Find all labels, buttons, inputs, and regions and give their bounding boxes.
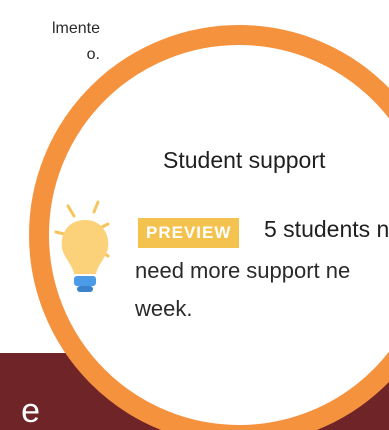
background-text-line-1: lmente [51, 20, 100, 37]
support-message-line-2: need more support ne [135, 258, 351, 283]
preview-badge: PREVIEW [138, 218, 240, 248]
page: lmente o. e Student support PREVIEW 5 st… [0, 0, 389, 430]
support-message-line-3: week. [135, 296, 193, 321]
card-title: Student support [163, 147, 326, 173]
magnifier-lens: Student support PREVIEW 5 students n nee… [29, 25, 389, 430]
footer-text: e [21, 392, 40, 430]
lightbulb-icon [50, 198, 120, 308]
magnified-card: Student support PREVIEW 5 students n nee… [49, 45, 389, 425]
support-message-line-1: 5 students n [264, 216, 389, 242]
